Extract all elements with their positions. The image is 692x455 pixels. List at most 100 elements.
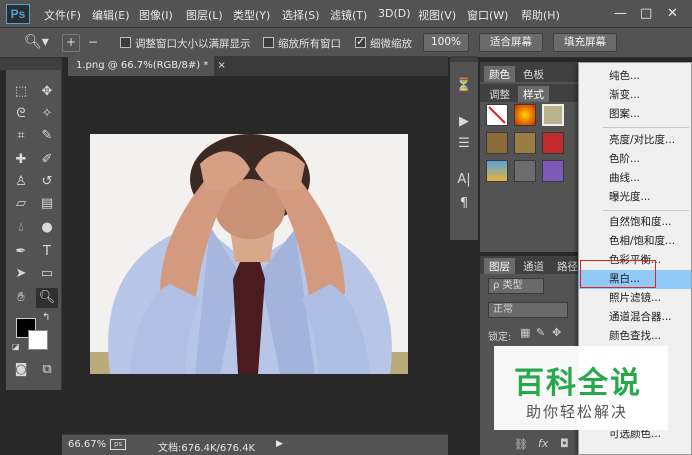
style-swatch[interactable] [542, 160, 564, 182]
menu-item-brightness-contrast[interactable]: 亮度/对比度... [579, 131, 691, 150]
style-swatch[interactable] [514, 132, 536, 154]
paragraph-panel-icon[interactable]: ¶ [453, 194, 475, 214]
maximize-button[interactable]: □ [640, 6, 652, 21]
close-window-button[interactable]: ✕ [667, 6, 678, 21]
lasso-tool-icon[interactable]: ᘓ [10, 104, 32, 124]
zoom-tool-preset-icon[interactable]: 🔍︎▾ [24, 34, 49, 50]
status-info-icon: ps [110, 439, 126, 450]
style-swatch[interactable] [486, 132, 508, 154]
zoom-all-windows-label: 缩放所有窗口 [278, 38, 341, 50]
add-mask-icon[interactable]: ◘ [560, 437, 569, 450]
minimize-button[interactable]: — [614, 6, 627, 21]
tab-swatches[interactable]: 色板 [518, 66, 549, 82]
blur-tool-icon[interactable]: 💧︎ [10, 218, 32, 238]
document-tab[interactable]: 1.png @ 66.7%(RGB/8#) * × [68, 56, 226, 76]
photoshop-logo: Ps [6, 4, 30, 24]
lock-position-icon[interactable]: ✥ [552, 326, 561, 339]
brush-tool-icon[interactable]: ✐ [36, 150, 58, 170]
menu-item-levels[interactable]: 色阶... [579, 150, 691, 169]
collapsed-panel-strip: ⏳ ▶ ☰ A| ¶ [450, 62, 478, 240]
fx-icon[interactable]: fx [538, 437, 548, 450]
menu-filter[interactable]: 滤镜(T) [330, 7, 367, 23]
menu-item-channel-mixer[interactable]: 通道混合器... [579, 308, 691, 327]
path-selection-tool-icon[interactable]: ➤ [10, 264, 32, 284]
healing-brush-tool-icon[interactable]: ✚ [10, 150, 32, 170]
menu-help[interactable]: 帮助(H) [521, 7, 560, 23]
zoom-all-windows-checkbox[interactable] [263, 37, 274, 48]
clone-stamp-tool-icon[interactable]: ♙ [10, 172, 32, 192]
layer-kind-filter[interactable]: ρ 类型 [488, 278, 544, 294]
tab-adjustments[interactable]: 调整 [484, 86, 515, 102]
marquee-tool-icon[interactable]: ⬚ [10, 82, 32, 102]
lock-label: 锁定: [488, 332, 512, 343]
scrubby-zoom-checkbox[interactable] [355, 35, 366, 48]
tab-styles[interactable]: 样式 [518, 86, 549, 102]
quick-mask-icon[interactable]: ◙ [10, 360, 32, 380]
menu-item-vibrance[interactable]: 自然饱和度... [579, 213, 691, 232]
rectangle-tool-icon[interactable]: ▭ [36, 264, 58, 284]
pen-tool-icon[interactable]: ✒ [10, 242, 32, 262]
menu-file[interactable]: 文件(F) [44, 7, 81, 23]
history-brush-tool-icon[interactable]: ↺ [36, 172, 58, 192]
document-tab-title: 1.png @ 66.7%(RGB/8#) * [76, 60, 209, 71]
background-color-swatch[interactable] [28, 330, 48, 350]
menu-layer[interactable]: 图层(L) [186, 7, 223, 23]
menu-item-hue-saturation[interactable]: 色相/饱和度... [579, 232, 691, 251]
default-colors-icon[interactable]: ◪ [12, 342, 20, 351]
zoom-in-icon[interactable]: + [62, 34, 80, 52]
style-swatch[interactable] [542, 104, 564, 126]
menu-view[interactable]: 视图(V) [418, 7, 456, 23]
resize-windows-checkbox[interactable] [120, 37, 131, 48]
zoom-100-button[interactable]: 100% [423, 33, 469, 52]
close-tab-icon[interactable]: × [218, 60, 226, 71]
status-bar: 66.67% ps 文档:676.4K/676.4K ▶ [62, 434, 448, 455]
blend-mode-select[interactable]: 正常 [488, 302, 568, 318]
menu-3d[interactable]: 3D(D) [378, 7, 411, 20]
magic-wand-tool-icon[interactable]: ✧ [36, 104, 58, 124]
type-tool-icon[interactable]: T [36, 242, 58, 262]
menu-select[interactable]: 选择(S) [282, 7, 320, 23]
menu-item-curves[interactable]: 曲线... [579, 169, 691, 188]
status-menu-arrow-icon[interactable]: ▶ [276, 439, 283, 449]
menu-type[interactable]: 类型(Y) [233, 7, 270, 23]
lock-transparent-icon[interactable]: ▦ [520, 326, 530, 339]
menu-item-solid-color[interactable]: 纯色... [579, 67, 691, 86]
swap-colors-icon[interactable]: ↰ [42, 312, 50, 323]
toolbox: ⬚ ✥ ᘓ ✧ ⌗ ✎ ✚ ✐ ♙ ↺ ▱ ▤ 💧︎ ● ✒ T ➤ ▭ ✋︎ … [6, 70, 62, 390]
fill-screen-button[interactable]: 填充屏幕 [553, 33, 617, 52]
properties-panel-icon[interactable]: ☰ [453, 134, 475, 154]
menu-item-exposure[interactable]: 曝光度... [579, 188, 691, 207]
history-panel-icon[interactable]: ⏳ [453, 76, 475, 96]
link-layers-icon[interactable]: ⛓︎ [514, 438, 528, 451]
style-swatch[interactable] [514, 104, 536, 126]
style-swatch-none[interactable] [486, 104, 508, 126]
character-panel-icon[interactable]: A| [453, 170, 475, 190]
menu-image[interactable]: 图像(I) [139, 7, 173, 23]
tab-channels[interactable]: 通道 [518, 258, 549, 274]
menu-window[interactable]: 窗口(W) [467, 7, 508, 23]
zoom-level-readout[interactable]: 66.67% [68, 439, 106, 450]
style-swatch[interactable] [542, 132, 564, 154]
zoom-out-icon[interactable]: − [84, 34, 102, 52]
lock-pixels-icon[interactable]: ✎ [536, 326, 545, 339]
style-swatch[interactable] [514, 160, 536, 182]
screen-mode-icon[interactable]: ⧉ [36, 360, 58, 380]
eyedropper-tool-icon[interactable]: ✎ [36, 126, 58, 146]
move-tool-icon[interactable]: ✥ [36, 82, 58, 102]
gradient-tool-icon[interactable]: ▤ [36, 194, 58, 214]
hand-tool-icon[interactable]: ✋︎ [10, 288, 32, 308]
dodge-tool-icon[interactable]: ● [36, 218, 58, 238]
eraser-tool-icon[interactable]: ▱ [10, 194, 32, 214]
menu-item-pattern[interactable]: 图案... [579, 105, 691, 124]
zoom-tool-icon[interactable]: 🔍︎ [36, 288, 58, 308]
style-swatch[interactable] [486, 160, 508, 182]
crop-tool-icon[interactable]: ⌗ [10, 126, 32, 146]
fit-screen-button[interactable]: 适合屏幕 [479, 33, 543, 52]
menu-item-photo-filter[interactable]: 照片滤镜... [579, 289, 691, 308]
menu-item-color-lookup[interactable]: 颜色查找... [579, 327, 691, 346]
tab-layers[interactable]: 图层 [484, 258, 515, 274]
menu-edit[interactable]: 编辑(E) [92, 7, 130, 23]
menu-item-gradient[interactable]: 渐变... [579, 86, 691, 105]
actions-panel-icon[interactable]: ▶ [453, 112, 475, 132]
tab-color[interactable]: 颜色 [484, 66, 515, 82]
